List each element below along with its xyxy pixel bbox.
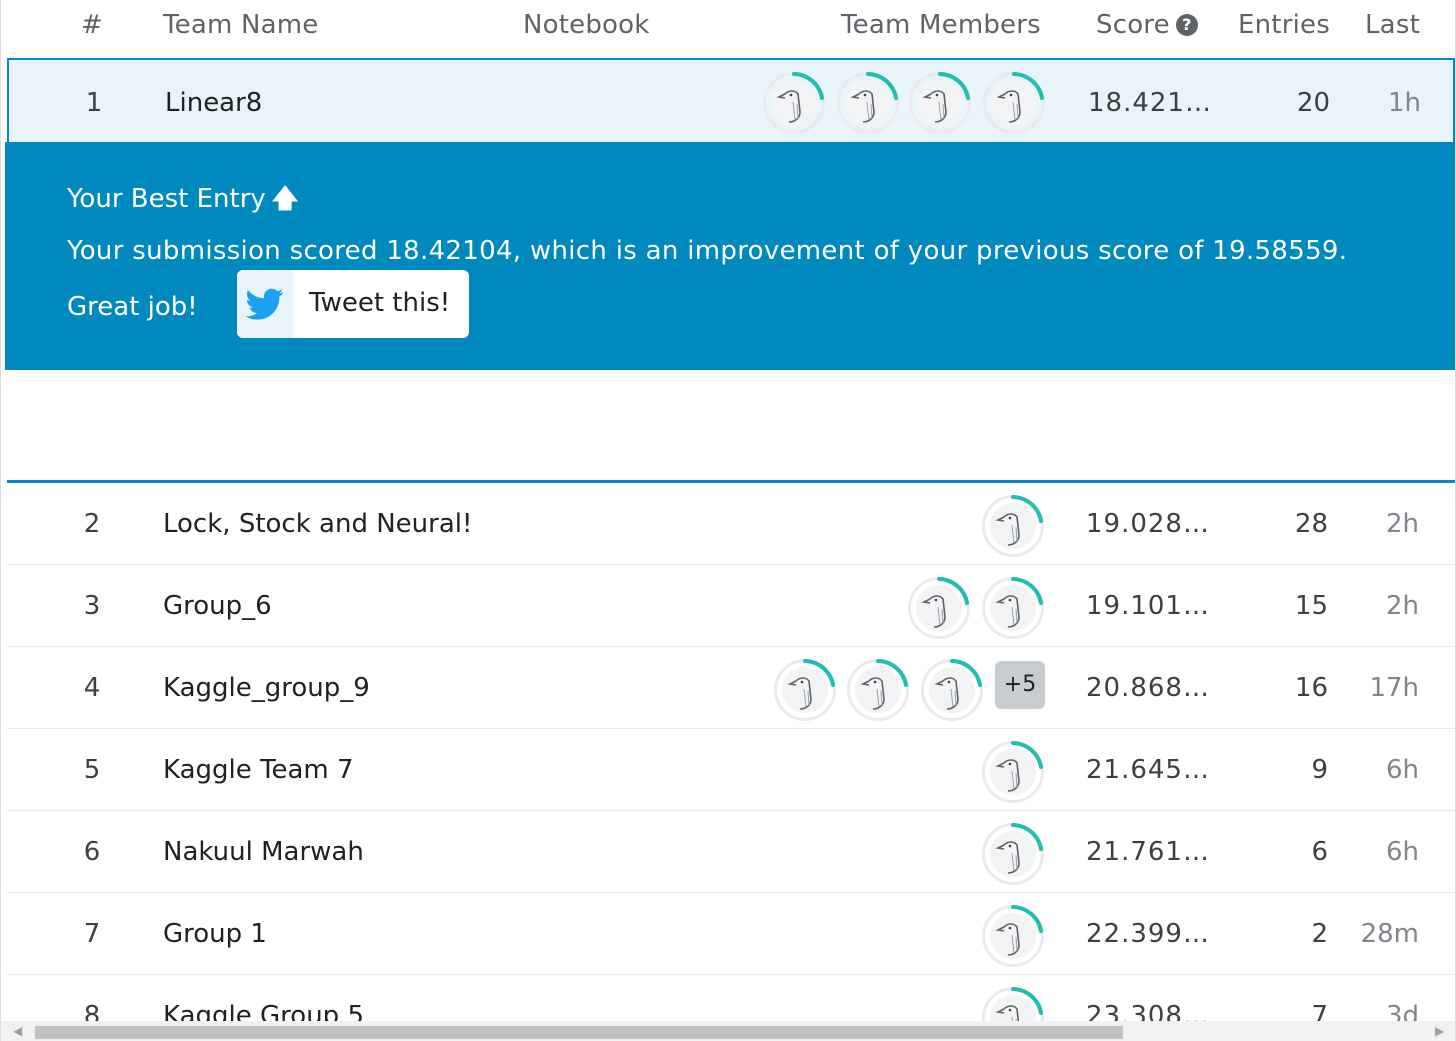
table-row[interactable]: 7 Group 1 22.399… 2 28m bbox=[7, 893, 1455, 975]
team-name-link[interactable]: Kaggle Team 7 bbox=[163, 755, 354, 785]
team-member-avatar[interactable] bbox=[763, 72, 825, 134]
team-name-link[interactable]: Linear8 bbox=[165, 88, 262, 118]
best-entry-title: Your Best Entry 🡅 bbox=[67, 180, 299, 224]
row-last: 28m bbox=[1360, 919, 1419, 949]
row-last: 1h bbox=[1387, 88, 1421, 118]
header-entries[interactable]: Entries bbox=[1238, 10, 1330, 40]
header-team-members[interactable]: Team Members bbox=[841, 10, 1041, 40]
row-rank: 7 bbox=[83, 919, 101, 949]
header-score[interactable]: Score? bbox=[1096, 10, 1198, 40]
row-score: 22.399… bbox=[1086, 919, 1210, 949]
scroll-right-arrow-icon[interactable]: ▶ bbox=[1435, 1024, 1444, 1038]
best-entry-great-job: Great job! bbox=[67, 292, 198, 322]
row-last: 17h bbox=[1369, 673, 1419, 703]
row-entries: 6 bbox=[1311, 837, 1328, 867]
question-circle-icon[interactable]: ? bbox=[1175, 14, 1198, 36]
table-row[interactable]: 4 Kaggle_group_9 +5 20.868… 16 17h bbox=[7, 647, 1455, 729]
team-name-link[interactable]: Kaggle_group_9 bbox=[163, 673, 370, 703]
team-member-avatar[interactable] bbox=[982, 495, 1044, 557]
row-score: 18.421… bbox=[1088, 88, 1212, 118]
team-member-avatar[interactable] bbox=[908, 577, 970, 639]
team-name-link[interactable]: Group_6 bbox=[163, 591, 272, 621]
row-last: 2h bbox=[1385, 509, 1419, 539]
row-score: 21.645… bbox=[1086, 755, 1210, 785]
more-members-badge[interactable]: +5 bbox=[995, 661, 1045, 709]
table-row[interactable]: 3 Group_6 19.101… 15 2h bbox=[7, 565, 1455, 647]
row-score: 21.761… bbox=[1086, 837, 1210, 867]
table-row-current-team[interactable]: 1 Linear8 18.421… 20 1h bbox=[7, 58, 1455, 142]
tweet-button[interactable]: Tweet this! bbox=[237, 270, 469, 338]
team-member-avatar[interactable] bbox=[909, 72, 971, 134]
header-last[interactable]: Last bbox=[1365, 10, 1420, 40]
header-rank[interactable]: # bbox=[81, 10, 103, 40]
twitter-bird-icon bbox=[237, 270, 293, 338]
best-entry-banner: Your Best Entry 🡅 Your submission scored … bbox=[5, 142, 1455, 370]
team-member-avatar[interactable] bbox=[983, 72, 1045, 134]
tweet-button-label: Tweet this! bbox=[309, 288, 451, 318]
team-member-avatar[interactable] bbox=[837, 72, 899, 134]
best-entry-title-text: Your Best Entry bbox=[67, 184, 266, 214]
team-member-avatar[interactable] bbox=[847, 659, 909, 721]
team-member-avatar[interactable] bbox=[982, 823, 1044, 885]
row-last: 6h bbox=[1385, 837, 1419, 867]
arrow-up-icon: 🡅 bbox=[271, 184, 299, 214]
team-member-avatar[interactable] bbox=[921, 659, 983, 721]
row-score: 19.028… bbox=[1086, 509, 1210, 539]
table-row[interactable]: 2 Lock, Stock and Neural! 19.028… 28 2h bbox=[7, 483, 1455, 565]
row-rank: 6 bbox=[83, 837, 101, 867]
team-name-link[interactable]: Group 1 bbox=[163, 919, 267, 949]
best-entry-message: Your submission scored 18.42104, which i… bbox=[67, 236, 1348, 266]
row-entries: 16 bbox=[1294, 673, 1328, 703]
row-rank: 1 bbox=[85, 88, 103, 118]
leaderboard: # Team Name Notebook Team Members Score?… bbox=[0, 0, 1456, 1041]
leaderboard-header: # Team Name Notebook Team Members Score?… bbox=[1, 0, 1455, 58]
team-member-avatar[interactable] bbox=[982, 577, 1044, 639]
row-entries: 15 bbox=[1294, 591, 1328, 621]
team-member-avatar[interactable] bbox=[982, 741, 1044, 803]
row-last: 6h bbox=[1385, 755, 1419, 785]
header-score-label: Score bbox=[1096, 10, 1170, 40]
row-rank: 4 bbox=[83, 673, 101, 703]
table-row[interactable]: 6 Nakuul Marwah 21.761… 6 6h bbox=[7, 811, 1455, 893]
table-row[interactable]: 5 Kaggle Team 7 21.645… 9 6h bbox=[7, 729, 1455, 811]
row-score: 20.868… bbox=[1086, 673, 1210, 703]
scroll-left-arrow-icon[interactable]: ◀ bbox=[13, 1024, 22, 1038]
row-rank: 3 bbox=[83, 591, 101, 621]
row-entries: 20 bbox=[1296, 88, 1330, 118]
row-score: 19.101… bbox=[1086, 591, 1210, 621]
team-member-avatar[interactable] bbox=[774, 659, 836, 721]
row-entries: 9 bbox=[1311, 755, 1328, 785]
header-team-name[interactable]: Team Name bbox=[163, 10, 319, 40]
row-entries: 28 bbox=[1294, 509, 1328, 539]
row-entries: 2 bbox=[1311, 919, 1328, 949]
scrollbar-thumb[interactable] bbox=[35, 1026, 1123, 1039]
team-name-link[interactable]: Nakuul Marwah bbox=[163, 837, 364, 867]
header-notebook[interactable]: Notebook bbox=[523, 10, 650, 40]
team-member-avatar[interactable] bbox=[982, 905, 1044, 967]
row-rank: 2 bbox=[83, 509, 101, 539]
row-rank: 5 bbox=[83, 755, 101, 785]
team-name-link[interactable]: Lock, Stock and Neural! bbox=[163, 509, 472, 539]
row-last: 2h bbox=[1385, 591, 1419, 621]
horizontal-scrollbar[interactable]: ◀ ▶ bbox=[1, 1021, 1455, 1041]
